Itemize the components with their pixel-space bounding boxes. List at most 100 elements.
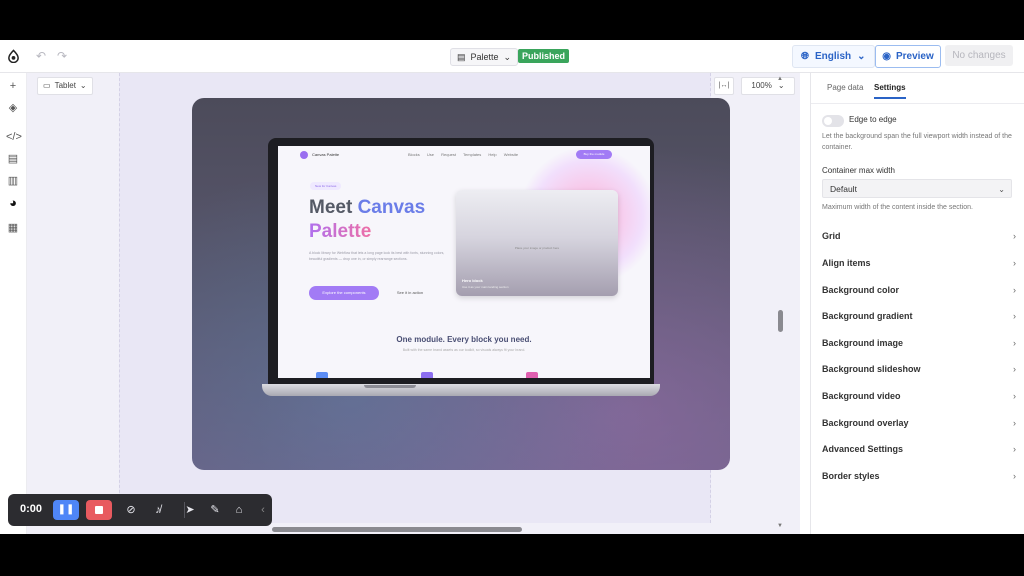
section-advanced-settings[interactable]: Advanced Settings › <box>822 444 1016 458</box>
site-secondary-button: See it in action <box>396 290 424 295</box>
globe-icon: 🌐︎ <box>801 51 809 62</box>
edge-to-edge-toggle[interactable] <box>822 115 844 127</box>
chevron-right-icon: › <box>1013 418 1016 428</box>
save-state-button[interactable]: No changes <box>945 45 1013 66</box>
collapse-icon[interactable]: ‹ <box>255 502 271 518</box>
site-brand: Canvas Palette <box>312 152 340 157</box>
site-primary-button: Explore the components <box>309 286 379 300</box>
section-label: Background video <box>822 391 901 401</box>
chevron-down-icon: ⌄ <box>79 81 87 90</box>
toggle-help: Let the background span the full viewpor… <box>822 133 1012 151</box>
section-background-color[interactable]: Background color › <box>822 285 1016 299</box>
mic-off-icon[interactable]: ♪̸ <box>150 502 166 518</box>
page-icon: ▤ <box>457 52 466 62</box>
feature-icon <box>421 372 433 378</box>
page-select[interactable]: ▤ Palette ⌄ <box>450 48 519 66</box>
page-select-label: Palette <box>470 52 499 62</box>
card-caption: Place your image or product here <box>514 246 560 250</box>
section-grid[interactable]: Grid › <box>822 231 1016 245</box>
language-select[interactable]: 🌐︎ English ⌄ <box>792 45 875 68</box>
site-nav-cta: Buy the module <box>576 150 612 159</box>
editor-canvas[interactable]: ▭ Tablet ⌄ |↔| 100% ⌄ Canvas Palette Blo… <box>27 73 800 534</box>
palette-icon[interactable]: ◕ <box>6 196 20 210</box>
heading-part: Meet <box>309 197 358 218</box>
eye-icon: ◉ <box>882 51 891 62</box>
device-label: Tablet <box>54 81 76 90</box>
pen-icon[interactable]: ✎ <box>207 502 223 518</box>
layers-icon[interactable]: ◈ <box>6 101 20 115</box>
toggle-label: Edge to edge <box>849 115 897 124</box>
feature-icon <box>526 372 538 378</box>
section-background-slideshow[interactable]: Background slideshow › <box>822 364 1016 378</box>
section-background-overlay[interactable]: Background overlay › <box>822 418 1016 432</box>
section-label: Background color <box>822 285 900 295</box>
section-background-image[interactable]: Background image › <box>822 338 1016 352</box>
recording-toolbar: 0:00 ❚❚ ⊘ ♪̸ ➤ ✎ ⌂ ‹ <box>8 494 272 526</box>
page-icon[interactable]: ▥ <box>6 174 20 188</box>
layout-icon[interactable]: ▦ <box>6 221 20 235</box>
camera-off-icon[interactable]: ⊘ <box>123 502 139 518</box>
add-icon[interactable]: + <box>6 79 20 93</box>
scroll-down-icon[interactable]: ▼ <box>777 523 783 529</box>
broom-icon[interactable]: ⌂ <box>231 502 247 518</box>
section-label: Advanced Settings <box>822 444 904 454</box>
panel-tabs: Page data Settings <box>811 73 1024 104</box>
site-hero-card: Place your image or product here Hero bl… <box>456 190 618 296</box>
code-icon[interactable]: </> <box>6 130 22 144</box>
section-align-items[interactable]: Align items › <box>822 258 1016 272</box>
site-nav: Canvas Palette Blocks Use Request Templa… <box>300 150 630 160</box>
status-badge: Published <box>518 49 570 63</box>
settings-panel: Page data Settings Edge to edge Let the … <box>810 73 1024 534</box>
scroll-up-icon[interactable]: ▲ <box>777 76 783 82</box>
laptop-screen: Canvas Palette Blocks Use Request Templa… <box>278 146 650 378</box>
app-window: ↶ ↷ ▤ Palette ⌄ Published 🌐︎ English ⌄ ◉… <box>0 40 1024 534</box>
site-subtext: Built with the same brand assets as our … <box>402 348 526 352</box>
section-label: Background image <box>822 338 904 348</box>
chevron-down-icon: ⌄ <box>857 51 866 62</box>
heading-gradient: Palette <box>309 221 372 242</box>
redo-icon[interactable]: ↷ <box>55 49 69 63</box>
chevron-right-icon: › <box>1013 285 1016 295</box>
laptop-mockup: Canvas Palette Blocks Use Request Templa… <box>268 138 654 384</box>
container-label: Container max width <box>822 166 895 175</box>
horizontal-scrollbar[interactable] <box>272 527 522 532</box>
chevron-right-icon: › <box>1013 364 1016 374</box>
pause-button[interactable]: ❚❚ <box>53 500 79 520</box>
chevron-down-icon: ⌄ <box>998 185 1005 194</box>
tab-settings[interactable]: Settings <box>874 83 906 99</box>
left-rail: + ◈ </> ▤ ▥ ◕ ▦ <box>0 73 27 534</box>
section-label: Grid <box>822 231 841 241</box>
fit-width-icon[interactable]: |↔| <box>714 77 734 95</box>
zoom-label: 100% <box>751 81 772 90</box>
scrollbar-thumb[interactable] <box>778 310 783 332</box>
container-width-select[interactable]: Default ⌄ <box>822 179 1012 198</box>
section-background-gradient[interactable]: Background gradient › <box>822 311 1016 325</box>
section-label: Border styles <box>822 471 880 481</box>
section-label: Align items <box>822 258 871 268</box>
section-label: Background gradient <box>822 311 913 321</box>
site-paragraph: A block library for Webflow that lets a … <box>309 251 445 261</box>
tablet-icon: ▭ <box>43 81 51 90</box>
vertical-scrollbar[interactable]: ▲ ▼ <box>775 73 787 534</box>
device-select[interactable]: ▭ Tablet ⌄ <box>37 77 93 95</box>
chevron-right-icon: › <box>1013 231 1016 241</box>
recording-time: 0:00 <box>20 503 43 515</box>
laptop-notch <box>364 385 416 388</box>
section-border-styles[interactable]: Border styles › <box>822 471 1016 485</box>
preview-button[interactable]: ◉ Preview <box>875 45 941 68</box>
section-background-video[interactable]: Background video › <box>822 391 1016 405</box>
section-preview[interactable]: Canvas Palette Blocks Use Request Templa… <box>192 98 730 470</box>
logo-icon[interactable] <box>7 49 20 63</box>
stop-button[interactable] <box>86 500 112 520</box>
chevron-right-icon: › <box>1013 311 1016 321</box>
site-nav-links: Blocks Use Request Templates Help Websit… <box>408 152 519 157</box>
document-icon[interactable]: ▤ <box>6 152 20 166</box>
heading-accent: Canvas <box>357 197 426 218</box>
site-heading: Meet Canvas Palette <box>309 196 479 244</box>
site-pill: New for Canvas <box>310 182 342 190</box>
undo-icon[interactable]: ↶ <box>34 49 48 63</box>
tab-page-data[interactable]: Page data <box>827 83 863 92</box>
chevron-down-icon: ⌄ <box>503 52 512 62</box>
chevron-right-icon: › <box>1013 471 1016 481</box>
cursor-icon[interactable]: ➤ <box>182 502 198 518</box>
